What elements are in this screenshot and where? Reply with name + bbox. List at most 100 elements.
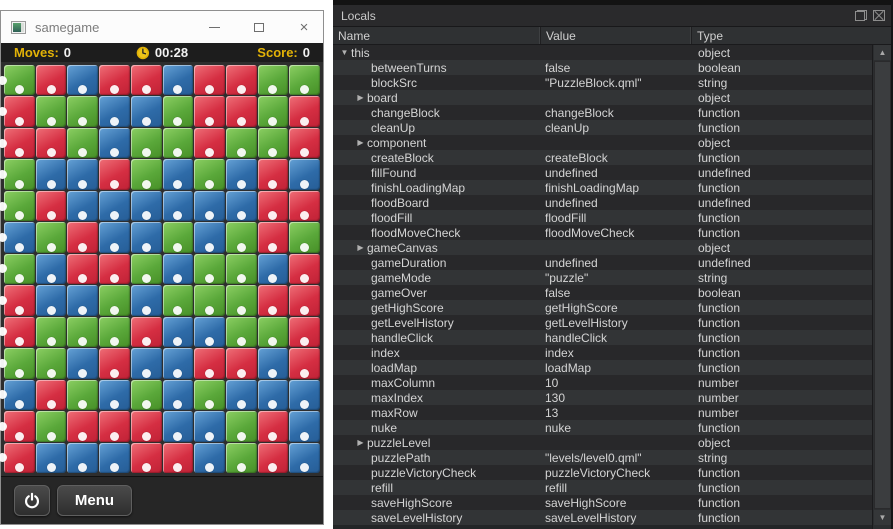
puzzle-piece[interactable] <box>289 222 320 252</box>
puzzle-piece[interactable] <box>131 191 162 221</box>
puzzle-piece[interactable] <box>36 380 67 410</box>
table-row[interactable]: fillFoundundefinedundefined <box>333 165 872 180</box>
table-row[interactable]: puzzlePath"levels/level0.qml"string <box>333 450 872 465</box>
puzzle-piece[interactable] <box>99 254 130 284</box>
column-header-value[interactable]: Value <box>541 27 692 44</box>
puzzle-piece[interactable] <box>226 380 257 410</box>
vertical-scrollbar[interactable]: ▲ ▼ <box>872 45 891 529</box>
puzzle-piece[interactable] <box>163 191 194 221</box>
puzzle-piece[interactable] <box>258 254 289 284</box>
puzzle-piece[interactable] <box>131 317 162 347</box>
table-row[interactable]: betweenTurnsfalseboolean <box>333 60 872 75</box>
puzzle-piece[interactable] <box>226 254 257 284</box>
puzzle-piece[interactable] <box>4 159 35 189</box>
locals-titlebar[interactable]: Locals <box>333 5 893 27</box>
puzzle-piece[interactable] <box>226 96 257 126</box>
puzzle-piece[interactable] <box>289 380 320 410</box>
puzzle-piece[interactable] <box>163 96 194 126</box>
puzzle-piece[interactable] <box>99 65 130 95</box>
puzzle-piece[interactable] <box>67 191 98 221</box>
puzzle-piece[interactable] <box>36 317 67 347</box>
collapse-arrow-icon[interactable]: ▼ <box>338 45 351 60</box>
window-titlebar[interactable]: samegame × <box>1 11 323 43</box>
expand-arrow-icon[interactable]: ▶ <box>354 135 367 150</box>
puzzle-piece[interactable] <box>194 317 225 347</box>
puzzle-piece[interactable] <box>67 380 98 410</box>
puzzle-piece[interactable] <box>131 443 162 473</box>
puzzle-piece[interactable] <box>99 443 130 473</box>
puzzle-piece[interactable] <box>4 348 35 378</box>
scroll-up-button[interactable]: ▲ <box>874 45 891 60</box>
table-row[interactable]: ▶boardobject <box>333 90 872 105</box>
puzzle-piece[interactable] <box>289 285 320 315</box>
puzzle-piece[interactable] <box>36 348 67 378</box>
puzzle-piece[interactable] <box>131 348 162 378</box>
puzzle-piece[interactable] <box>258 443 289 473</box>
puzzle-piece[interactable] <box>36 254 67 284</box>
table-row[interactable]: maxRow13number <box>333 405 872 420</box>
table-row[interactable]: saveHighScoresaveHighScorefunction <box>333 495 872 510</box>
puzzle-piece[interactable] <box>4 128 35 158</box>
expand-arrow-icon[interactable]: ▶ <box>354 435 367 450</box>
puzzle-piece[interactable] <box>258 65 289 95</box>
puzzle-piece[interactable] <box>163 128 194 158</box>
table-row[interactable]: cleanUpcleanUpfunction <box>333 120 872 135</box>
puzzle-piece[interactable] <box>226 128 257 158</box>
puzzle-piece[interactable] <box>194 159 225 189</box>
puzzle-piece[interactable] <box>4 222 35 252</box>
puzzle-piece[interactable] <box>194 222 225 252</box>
puzzle-piece[interactable] <box>226 65 257 95</box>
puzzle-piece[interactable] <box>131 159 162 189</box>
puzzle-piece[interactable] <box>194 65 225 95</box>
puzzle-piece[interactable] <box>67 317 98 347</box>
puzzle-piece[interactable] <box>289 317 320 347</box>
puzzle-piece[interactable] <box>4 443 35 473</box>
power-button[interactable] <box>14 485 50 516</box>
table-row[interactable]: puzzleVictoryCheckpuzzleVictoryCheckfunc… <box>333 465 872 480</box>
table-row[interactable]: handleClickhandleClickfunction <box>333 330 872 345</box>
table-row[interactable]: floodMoveCheckfloodMoveCheckfunction <box>333 225 872 240</box>
puzzle-piece[interactable] <box>67 128 98 158</box>
menu-button[interactable]: Menu <box>57 485 132 516</box>
puzzle-piece[interactable] <box>194 254 225 284</box>
puzzle-piece[interactable] <box>163 443 194 473</box>
puzzle-piece[interactable] <box>226 191 257 221</box>
table-row[interactable]: getHighScoregetHighScorefunction <box>333 300 872 315</box>
puzzle-piece[interactable] <box>131 285 162 315</box>
puzzle-piece[interactable] <box>131 254 162 284</box>
table-row[interactable]: refillrefillfunction <box>333 480 872 495</box>
puzzle-piece[interactable] <box>4 317 35 347</box>
puzzle-piece[interactable] <box>67 222 98 252</box>
puzzle-piece[interactable] <box>99 285 130 315</box>
puzzle-piece[interactable] <box>4 191 35 221</box>
puzzle-piece[interactable] <box>67 348 98 378</box>
puzzle-piece[interactable] <box>131 96 162 126</box>
table-row[interactable]: createBlockcreateBlockfunction <box>333 150 872 165</box>
puzzle-piece[interactable] <box>194 411 225 441</box>
puzzle-piece[interactable] <box>226 222 257 252</box>
table-row[interactable]: indexindexfunction <box>333 345 872 360</box>
puzzle-piece[interactable] <box>67 285 98 315</box>
puzzle-piece[interactable] <box>4 411 35 441</box>
puzzle-piece[interactable] <box>99 128 130 158</box>
puzzle-piece[interactable] <box>289 159 320 189</box>
puzzle-piece[interactable] <box>258 348 289 378</box>
puzzle-piece[interactable] <box>4 96 35 126</box>
maximize-button[interactable] <box>252 20 266 34</box>
table-row[interactable]: loadMaploadMapfunction <box>333 360 872 375</box>
puzzle-piece[interactable] <box>36 443 67 473</box>
puzzle-piece[interactable] <box>99 317 130 347</box>
table-row[interactable]: gameOverfalseboolean <box>333 285 872 300</box>
puzzle-piece[interactable] <box>258 411 289 441</box>
puzzle-piece[interactable] <box>99 348 130 378</box>
puzzle-piece[interactable] <box>131 380 162 410</box>
table-row[interactable]: floodBoardundefinedundefined <box>333 195 872 210</box>
puzzle-piece[interactable] <box>67 411 98 441</box>
table-row[interactable]: ▶gameCanvasobject <box>333 240 872 255</box>
column-header-name[interactable]: Name <box>333 27 541 44</box>
puzzle-piece[interactable] <box>99 380 130 410</box>
puzzle-piece[interactable] <box>226 159 257 189</box>
puzzle-piece[interactable] <box>163 317 194 347</box>
puzzle-piece[interactable] <box>289 65 320 95</box>
puzzle-piece[interactable] <box>194 285 225 315</box>
